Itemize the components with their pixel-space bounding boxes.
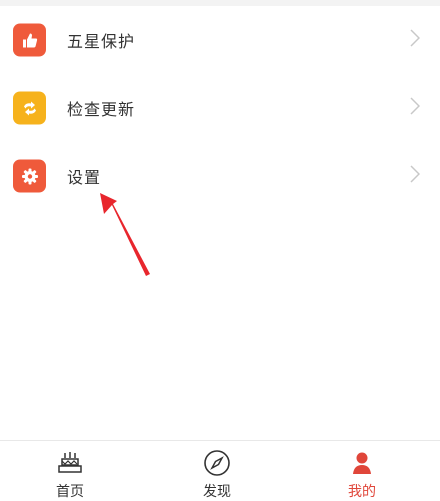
menu-item-label: 检查更新 [67, 100, 136, 119]
user-icon [348, 449, 376, 481]
tab-home[interactable]: 首页 [20, 441, 120, 501]
tab-label: 首页 [56, 484, 84, 500]
tab-mine[interactable]: 我的 [312, 441, 412, 501]
menu-item-label: 五星保护 [67, 32, 136, 51]
menu-item-label: 设置 [67, 168, 102, 187]
thumbs-up-icon [13, 23, 46, 57]
bottom-tab-bar: 首页 发现 我的 [0, 440, 440, 501]
refresh-icon [13, 91, 46, 125]
chevron-right-icon [410, 165, 421, 187]
compass-icon [203, 449, 231, 481]
gear-icon [13, 159, 46, 193]
home-cake-icon [56, 449, 84, 479]
menu-item-check-update[interactable]: 检查更新 [0, 74, 440, 142]
menu-list: 五星保护 检查更新 设置 [0, 6, 440, 210]
chevron-right-icon [410, 97, 421, 119]
tab-label: 发现 [203, 484, 231, 500]
tab-label: 我的 [348, 484, 376, 500]
tab-discover[interactable]: 发现 [167, 441, 267, 501]
menu-item-settings[interactable]: 设置 [0, 142, 440, 210]
menu-item-five-star[interactable]: 五星保护 [0, 6, 440, 74]
chevron-right-icon [410, 29, 421, 51]
